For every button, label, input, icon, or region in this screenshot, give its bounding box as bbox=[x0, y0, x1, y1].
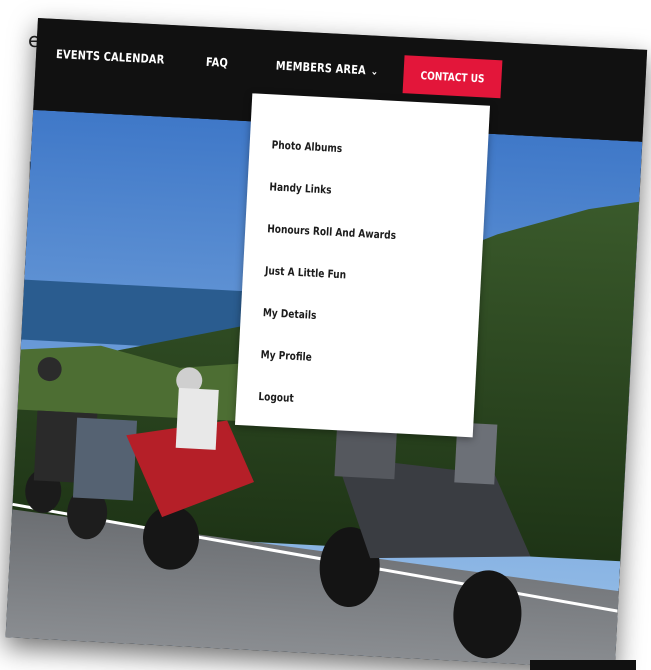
bottom-edge-bar bbox=[530, 660, 636, 670]
nav-faq[interactable]: FAQ bbox=[206, 55, 229, 70]
contact-us-button[interactable]: CONTACT US bbox=[402, 55, 503, 99]
nav-members-label: MEMBERS AREA bbox=[275, 58, 367, 78]
dropdown-item-my-profile[interactable]: My Profile bbox=[260, 348, 312, 364]
contact-us-label: CONTACT US bbox=[420, 68, 485, 85]
dropdown-item-handy-links[interactable]: Handy Links bbox=[269, 180, 332, 196]
nav-events-calendar[interactable]: EVENTS CALENDAR bbox=[56, 47, 165, 67]
website-screenshot: EVENTS CALENDAR FAQ MEMBERS AREA ⌄ CONTAC… bbox=[5, 18, 648, 670]
nav-members-area[interactable]: MEMBERS AREA ⌄ bbox=[275, 59, 378, 78]
chevron-down-icon: ⌄ bbox=[370, 64, 379, 78]
dropdown-item-my-details[interactable]: My Details bbox=[263, 306, 317, 322]
members-area-dropdown: Photo Albums Handy Links Honours Roll An… bbox=[234, 93, 491, 438]
dropdown-item-logout[interactable]: Logout bbox=[258, 390, 294, 405]
dropdown-item-photo-albums[interactable]: Photo Albums bbox=[271, 138, 342, 155]
dropdown-item-honours-roll[interactable]: Honours Roll And Awards bbox=[267, 222, 396, 242]
dropdown-item-just-a-little-fun[interactable]: Just A Little Fun bbox=[265, 264, 347, 281]
